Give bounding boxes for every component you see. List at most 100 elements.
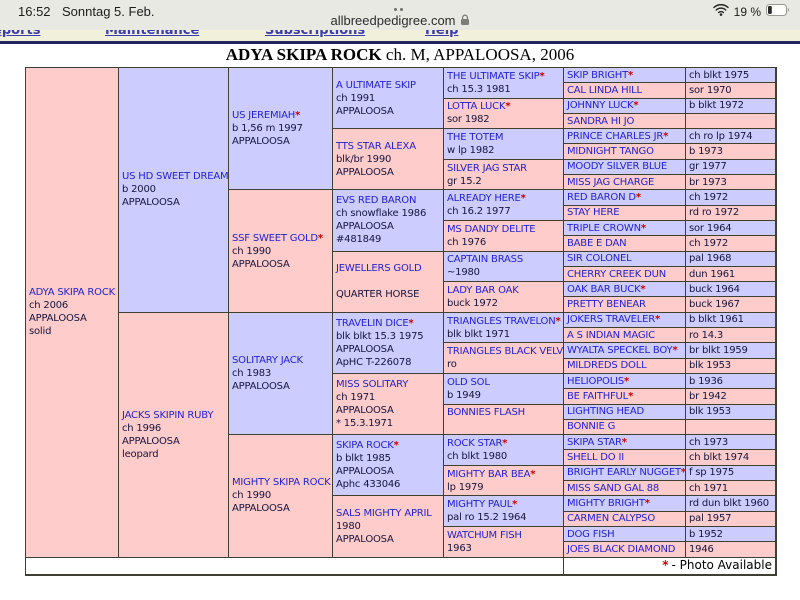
horse-link[interactable]: MS DANDY DELITE <box>447 223 563 236</box>
horse-link[interactable]: BONNIE G <box>567 420 685 433</box>
horse-link[interactable]: LIGHTING HEAD <box>567 405 685 418</box>
pedigree-cell-gen6-detail: b 1952 <box>686 527 776 542</box>
pedigree-cell-gen5: LOTTA LUCK*sor 1982 <box>444 99 564 130</box>
nav-item-maintenance[interactable]: Maintenance <box>105 30 199 38</box>
horse-link[interactable]: A S INDIAN MAGIC <box>567 329 685 342</box>
horse-link[interactable]: WATCHUM FISH <box>447 529 563 542</box>
horse-link[interactable]: JACKS SKIPIN RUBY <box>122 409 228 422</box>
horse-link[interactable]: MIDNIGHT TANGO <box>567 145 685 158</box>
horse-link[interactable]: EVS RED BARON <box>336 194 443 207</box>
horse-link[interactable]: OAK BAR BUCK* <box>567 283 685 296</box>
pedigree-cell-gen6-name: MILDREDS DOLL <box>564 359 686 374</box>
url-text: allbreedpedigree.com <box>330 13 455 28</box>
horse-link[interactable]: ADYA SKIPA ROCK <box>29 286 118 299</box>
pedigree-cell-gen6-name: JOES BLACK DIAMOND <box>564 542 686 557</box>
horse-link[interactable]: HELIOPOLIS* <box>567 375 685 388</box>
pedigree-cell-gen6-name: BABE E DAN <box>564 236 686 251</box>
horse-detail: blk 1953 <box>689 405 775 418</box>
horse-link[interactable]: TRIANGLES BLACK VELVET <box>447 345 563 358</box>
horse-link[interactable]: MIGHTY BRIGHT* <box>567 497 685 510</box>
horse-link[interactable]: TRAVELIN DICE* <box>336 317 443 330</box>
horse-link[interactable]: US HD SWEET DREAM* <box>122 170 228 183</box>
horse-link[interactable]: DOG FISH <box>567 528 685 541</box>
address-bar[interactable]: allbreedpedigree.com <box>0 13 800 28</box>
photo-available-star: * <box>502 438 507 449</box>
wifi-icon <box>713 4 729 19</box>
pedigree-cell-gen6-name: BONNIE G <box>564 420 686 435</box>
photo-available-star: * <box>394 440 399 451</box>
horse-detail: APPALOOSA <box>122 435 228 448</box>
horse-link[interactable]: LOTTA LUCK* <box>447 100 563 113</box>
horse-link[interactable]: MISS JAG CHARGE <box>567 176 685 189</box>
horse-link[interactable]: JOHNNY LUCK* <box>567 99 685 112</box>
nav-item-reports[interactable]: Reports <box>0 30 40 38</box>
horse-link[interactable]: SIR COLONEL <box>567 252 685 265</box>
horse-link[interactable]: SKIPA STAR* <box>567 436 685 449</box>
horse-link[interactable]: SSF SWEET GOLD* <box>232 232 332 245</box>
horse-link[interactable]: BONNIES FLASH <box>447 406 563 419</box>
horse-link[interactable]: SALS MIGHTY APRIL <box>336 507 443 520</box>
horse-link[interactable]: CAL LINDA HILL <box>567 84 685 97</box>
horse-link[interactable]: BRIGHT EARLY NUGGET* <box>567 466 685 479</box>
photo-available-star: * <box>636 192 641 203</box>
horse-link[interactable]: A ULTIMATE SKIP <box>336 79 443 92</box>
horse-link[interactable]: SILVER JAG STAR <box>447 162 563 175</box>
pedigree-cell-gen6-name: MIDNIGHT TANGO <box>564 144 686 159</box>
horse-link[interactable]: MIGHTY SKIPA ROCK <box>232 476 332 489</box>
horse-detail: ro <box>447 358 563 371</box>
horse-link[interactable]: PRETTY BENEAR <box>567 298 685 311</box>
horse-link[interactable]: CAPTAIN BRASS <box>447 253 563 266</box>
horse-link[interactable]: MIGHTY BAR BEA* <box>447 468 563 481</box>
horse-link[interactable]: ALREADY HERE* <box>447 192 563 205</box>
horse-link[interactable]: RED BARON D* <box>567 191 685 204</box>
horse-link[interactable]: CARMEN CALYPSO <box>567 512 685 525</box>
horse-link[interactable]: BE FAITHFUL* <box>567 390 685 403</box>
horse-link[interactable]: BABE E DAN <box>567 237 685 250</box>
nav-item-subscriptions[interactable]: Subscriptions <box>265 30 365 38</box>
horse-detail: ch 1971 <box>689 482 775 495</box>
horse-link[interactable]: JOES BLACK DIAMOND <box>567 543 685 556</box>
pedigree-cell-gen3: MIGHTY SKIPA ROCKch 1990APPALOOSA <box>229 435 333 557</box>
horse-link[interactable]: TRIANGLES TRAVELON* <box>447 315 563 328</box>
horse-link[interactable]: SKIPA ROCK* <box>336 439 443 452</box>
pedigree-cell-gen6-detail: blk 1953 <box>686 359 776 374</box>
horse-link[interactable]: MIGHTY PAUL* <box>447 498 563 511</box>
battery-icon <box>766 4 790 19</box>
horse-link[interactable]: CHERRY CREEK DUN <box>567 268 685 281</box>
horse-link[interactable]: MISS SAND GAL 88 <box>567 482 685 495</box>
horse-link[interactable]: SKIP BRIGHT* <box>567 69 685 82</box>
horse-link[interactable]: ROCK STAR* <box>447 437 563 450</box>
horse-link[interactable]: SHELL DO II <box>567 451 685 464</box>
horse-detail: blk blkt 15.3 1975 <box>336 330 443 343</box>
horse-link[interactable]: SANDRA HI JO <box>567 115 685 128</box>
horse-link[interactable]: THE TOTEM <box>447 131 563 144</box>
horse-link[interactable]: US JEREMIAH* <box>232 109 332 122</box>
horse-link[interactable]: STAY HERE <box>567 206 685 219</box>
status-right: 19 % <box>713 4 790 19</box>
horse-detail: b blkt 1961 <box>689 313 775 326</box>
horse-link[interactable]: THE ULTIMATE SKIP* <box>447 70 563 83</box>
horse-detail: APPALOOSA <box>122 196 228 209</box>
horse-link[interactable]: JEWELLERS GOLD <box>336 262 443 275</box>
horse-link[interactable]: MOODY SILVER BLUE <box>567 160 685 173</box>
horse-link[interactable]: OLD SOL <box>447 376 563 389</box>
photo-available-star: * <box>318 233 323 244</box>
horse-link[interactable]: TTS STAR ALEXA <box>336 140 443 153</box>
pedigree-cell-gen6-detail: br 1942 <box>686 389 776 404</box>
horse-detail: gr 15.2 <box>447 175 563 188</box>
horse-link[interactable]: PRINCE CHARLES JR* <box>567 130 685 143</box>
horse-link[interactable]: TRIPLE CROWN* <box>567 222 685 235</box>
pedigree-cell-gen6-name: A S INDIAN MAGIC <box>564 328 686 343</box>
horse-link[interactable]: MILDREDS DOLL <box>567 359 685 372</box>
pedigree-cell-gen4: TRAVELIN DICE*blk blkt 15.3 1975APPALOOS… <box>333 313 444 374</box>
horse-link[interactable]: JOKERS TRAVELER* <box>567 313 685 326</box>
horse-link[interactable]: MISS SOLITARY <box>336 378 443 391</box>
footer-legend-cell: * - Photo Available <box>564 558 776 575</box>
horse-link[interactable]: SOLITARY JACK <box>232 354 332 367</box>
horse-link[interactable]: LADY BAR OAK <box>447 284 563 297</box>
horse-link[interactable]: WYALTA SPECKEL BOY* <box>567 344 685 357</box>
nav-item-help[interactable]: Help <box>425 30 458 38</box>
horse-detail: #481849 <box>336 233 443 246</box>
horse-detail: pal 1957 <box>689 512 775 525</box>
horse-detail: b 1952 <box>689 528 775 541</box>
